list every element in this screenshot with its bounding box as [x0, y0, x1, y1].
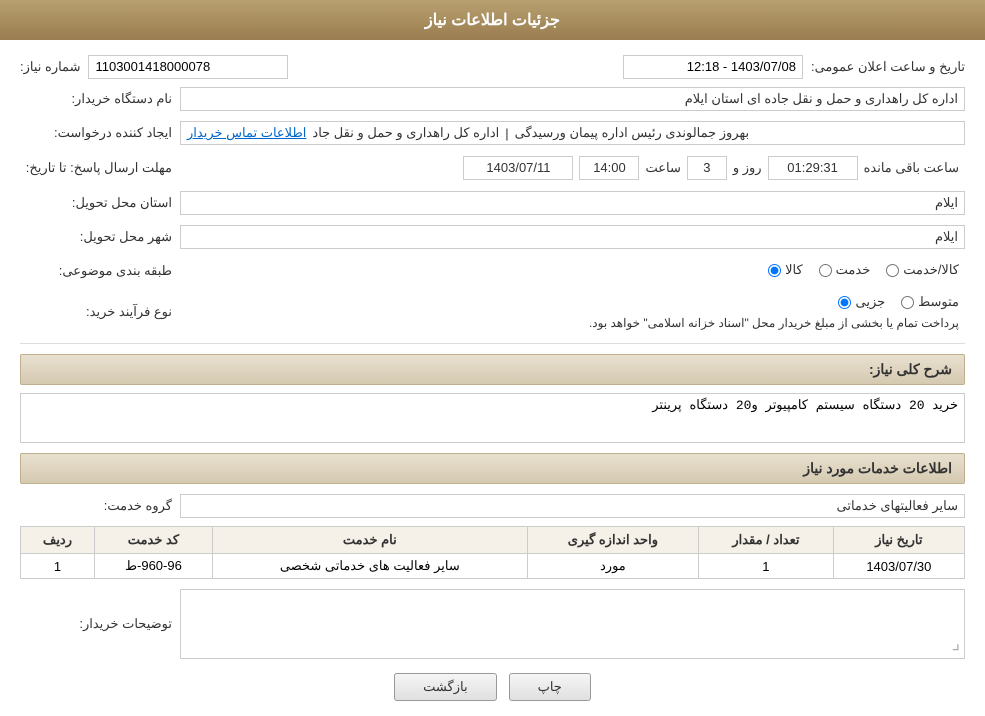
table-header-row: تاریخ نیاز تعداد / مقدار واحد اندازه گیر… — [21, 527, 965, 554]
services-table: تاریخ نیاز تعداد / مقدار واحد اندازه گیر… — [20, 526, 965, 579]
buyer-notes-textarea[interactable]: ⌟ — [180, 589, 965, 659]
purchase-type-motavasset[interactable]: متوسط — [901, 294, 959, 310]
service-group-row: سایر فعالیتهای خدماتی گروه خدمت: — [20, 492, 965, 520]
time-label: ساعت — [645, 160, 680, 176]
deadline-value: ساعت باقی مانده 01:29:31 روز و 3 ساعت 14… — [180, 153, 965, 183]
resize-handle-icon: ⌟ — [952, 633, 960, 654]
remaining-time: 01:29:31 — [768, 156, 858, 180]
deadline-date: 1403/07/11 — [463, 156, 573, 180]
purchase-type-jozi-radio[interactable] — [838, 296, 851, 309]
deadline-row: ساعت باقی مانده 01:29:31 روز و 3 ساعت 14… — [20, 153, 965, 183]
deadline-label: مهلت ارسال پاسخ: تا تاریخ: — [20, 160, 180, 176]
announce-date-label: تاریخ و ساعت اعلان عمومی: — [811, 59, 965, 75]
creator-link[interactable]: اطلاعات تماس خریدار — [187, 125, 306, 141]
col-date: تاریخ نیاز — [833, 527, 964, 554]
buyer-notes-field: ⌟ — [180, 589, 965, 659]
divider-1 — [20, 343, 965, 344]
category-options: کالا/خدمت خدمت کالا — [180, 259, 965, 283]
need-number-label: شماره نیاز: — [20, 59, 80, 75]
buyer-notes-row: ⌟ توضیحات خریدار: — [20, 589, 965, 659]
category-row: کالا/خدمت خدمت کالا طبقه بندی موضوعی: — [20, 257, 965, 285]
creator-name: بهروز جمالوندی رئیس اداره پیمان ورسیدگی — [515, 125, 749, 141]
cell-unit: مورد — [527, 554, 698, 579]
description-section-title: شرح کلی نیاز: — [20, 354, 965, 385]
col-unit: واحد اندازه گیری — [527, 527, 698, 554]
buyer-org-row: اداره کل راهداری و حمل و نقل جاده ای است… — [20, 85, 965, 113]
services-title-text: اطلاعات خدمات مورد نیاز — [803, 460, 952, 476]
creator-row: اطلاعات تماس خریدار اداره کل راهداری و ح… — [20, 119, 965, 147]
category-khidmat-label: خدمت — [836, 262, 871, 278]
purchase-type-motavasset-radio[interactable] — [901, 296, 914, 309]
services-section-title: اطلاعات خدمات مورد نیاز — [20, 453, 965, 484]
city-row: ایلام شهر محل تحویل: — [20, 223, 965, 251]
cell-service-name: سایر فعالیت های خدماتی شخصی — [212, 554, 527, 579]
creator-separator: | — [505, 126, 508, 141]
deadline-time: 14:00 — [579, 156, 639, 180]
city-value: ایلام — [180, 225, 965, 249]
back-button[interactable]: بازگشت — [394, 673, 496, 701]
day-label: روز و — [733, 160, 762, 176]
purchase-type-row: متوسط جزیی پرداخت تمام یا بخشی از مبلغ خ… — [20, 291, 965, 333]
creator-label: ایجاد کننده درخواست: — [20, 125, 180, 141]
buyer-org-label: نام دستگاه خریدار: — [20, 91, 180, 107]
button-row: بازگشت چاپ — [20, 673, 965, 701]
purchase-type-jozi-label: جزیی — [855, 294, 885, 310]
category-label: طبقه بندی موضوعی: — [20, 263, 180, 279]
announce-date-group: تاریخ و ساعت اعلان عمومی: 1403/07/08 - 1… — [623, 55, 965, 79]
province-row: ایلام استان محل تحویل: — [20, 189, 965, 217]
category-kala-label: کالا — [785, 262, 803, 278]
service-group-value: سایر فعالیتهای خدماتی — [180, 494, 965, 518]
description-textarea[interactable]: <span data-bind="values.description_text… — [20, 393, 965, 443]
need-number-value: 1103001418000078 — [88, 55, 288, 79]
cell-quantity: 1 — [699, 554, 834, 579]
cell-date: 1403/07/30 — [833, 554, 964, 579]
remaining-label: ساعت باقی مانده — [864, 160, 959, 176]
header-title: جزئیات اطلاعات نیاز — [425, 12, 560, 29]
col-service-code: کد خدمت — [94, 527, 212, 554]
category-kala-khidmat[interactable]: کالا/خدمت — [886, 262, 959, 278]
cell-row-num: 1 — [21, 554, 95, 579]
category-kala-radio[interactable] — [768, 264, 781, 277]
top-info-row: تاریخ و ساعت اعلان عمومی: 1403/07/08 - 1… — [20, 55, 965, 79]
col-quantity: تعداد / مقدار — [699, 527, 834, 554]
purchase-type-motavasset-label: متوسط — [918, 294, 959, 310]
category-kala-khidmat-label: کالا/خدمت — [903, 262, 959, 278]
service-group-label: گروه خدمت: — [20, 498, 180, 514]
page-header: جزئیات اطلاعات نیاز — [0, 0, 985, 40]
province-label: استان محل تحویل: — [20, 195, 180, 211]
table-row: 1403/07/30 1 مورد سایر فعالیت های خدماتی… — [21, 554, 965, 579]
description-row: <span data-bind="values.description_text… — [20, 393, 965, 443]
category-khidmat-radio[interactable] — [819, 264, 832, 277]
purchase-type-jozi[interactable]: جزیی — [838, 294, 885, 310]
province-value: ایلام — [180, 191, 965, 215]
description-title-text: شرح کلی نیاز: — [869, 361, 952, 377]
purchase-type-label: نوع فرآیند خرید: — [20, 304, 180, 320]
purchase-type-note: پرداخت تمام یا بخشی از مبلغ خریدار محل "… — [589, 316, 959, 330]
purchase-type-value: متوسط جزیی پرداخت تمام یا بخشی از مبلغ خ… — [180, 291, 965, 333]
announce-date-value: 1403/07/08 - 12:18 — [623, 55, 803, 79]
deadline-days: 3 — [687, 156, 727, 180]
col-row: ردیف — [21, 527, 95, 554]
col-service-name: نام خدمت — [212, 527, 527, 554]
need-number-group: 1103001418000078 شماره نیاز: — [20, 55, 288, 79]
buyer-notes-label: توضیحات خریدار: — [20, 616, 180, 632]
category-khidmat[interactable]: خدمت — [819, 262, 871, 278]
buyer-org-value: اداره کل راهداری و حمل و نقل جاده ای است… — [180, 87, 965, 111]
creator-value: اطلاعات تماس خریدار اداره کل راهداری و ح… — [180, 121, 965, 145]
category-kala[interactable]: کالا — [768, 262, 803, 278]
cell-service-code: 960-96-ط — [94, 554, 212, 579]
city-label: شهر محل تحویل: — [20, 229, 180, 245]
creator-org: اداره کل راهداری و حمل و نقل جاد — [312, 125, 499, 141]
category-kala-khidmat-radio[interactable] — [886, 264, 899, 277]
print-button[interactable]: چاپ — [509, 673, 591, 701]
